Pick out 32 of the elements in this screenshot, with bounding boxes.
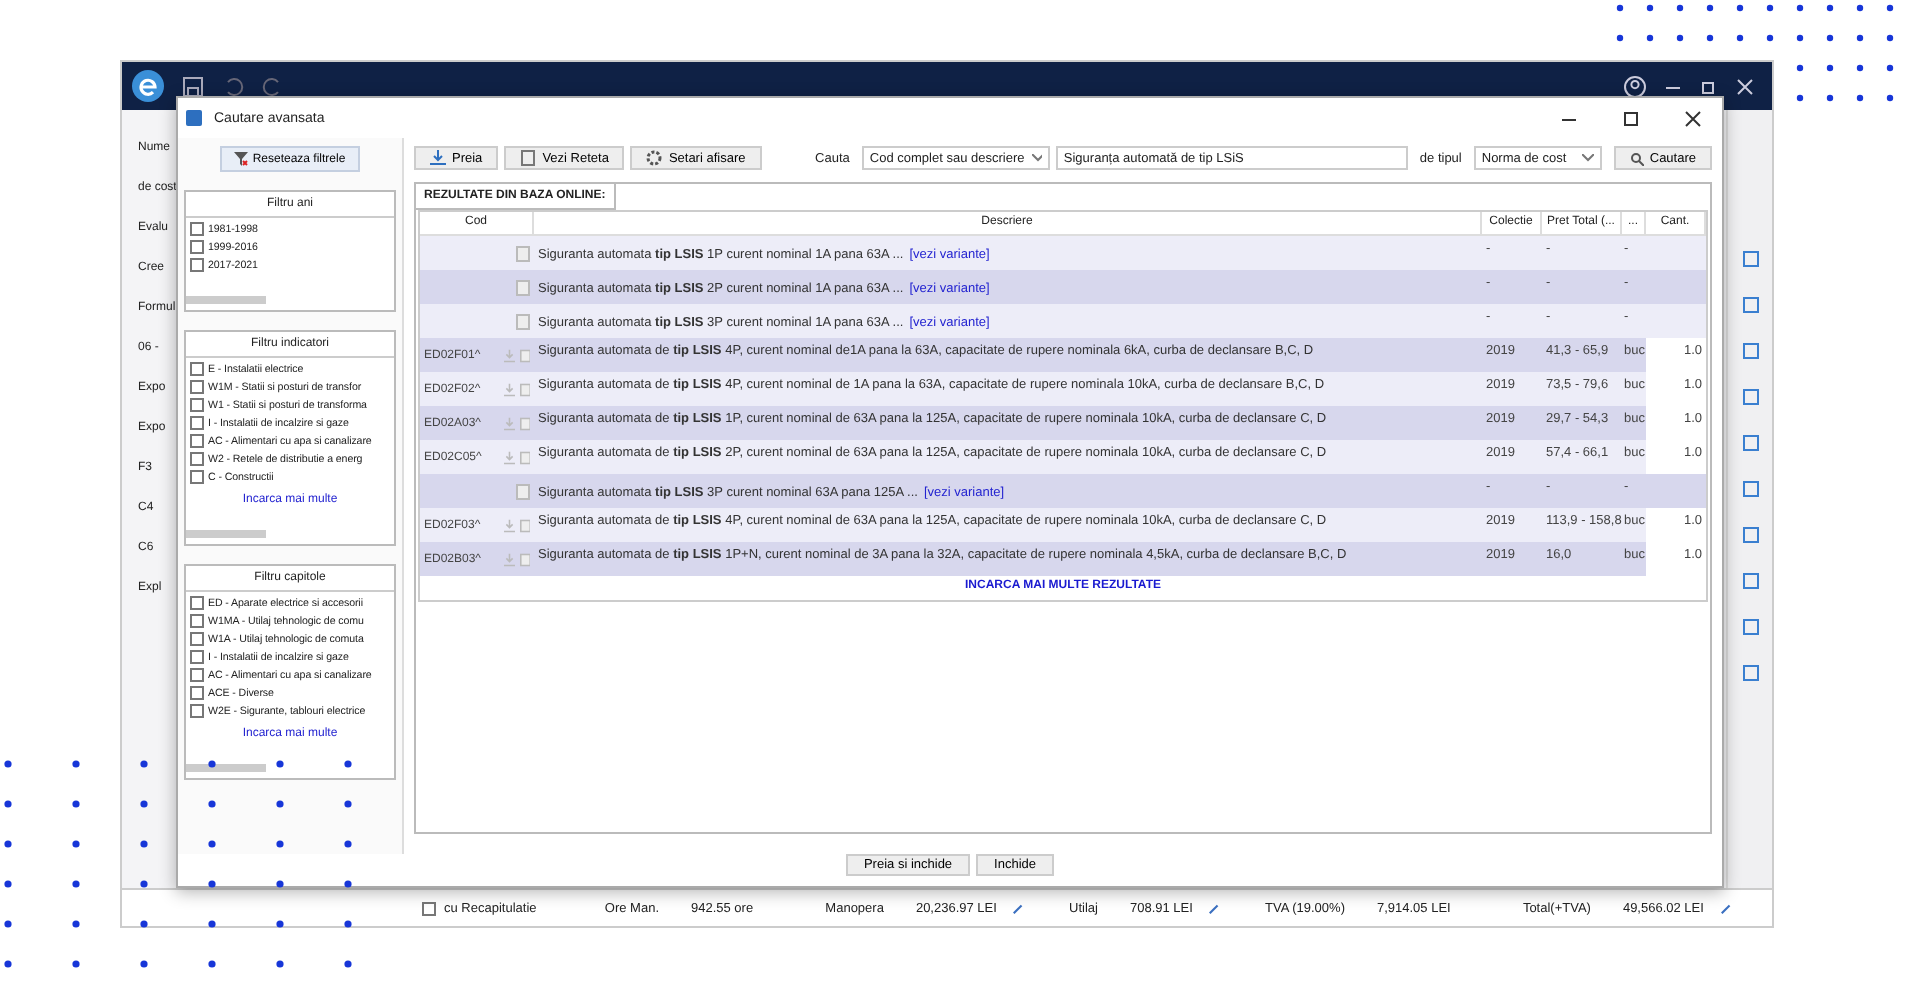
tool-icon[interactable]	[1741, 480, 1759, 498]
app-icon	[186, 110, 202, 126]
tool-icon[interactable]	[1741, 434, 1759, 452]
user-icon[interactable]	[1624, 75, 1646, 97]
tool-icon[interactable]	[1741, 526, 1759, 544]
pencil-icon[interactable]	[1208, 901, 1221, 915]
gear-icon	[646, 150, 663, 166]
document-icon	[520, 150, 537, 166]
logo-icon	[132, 70, 164, 102]
restore-icon[interactable]	[1700, 77, 1718, 95]
filter-clear-icon	[234, 152, 249, 166]
tool-icon[interactable]	[1741, 342, 1759, 360]
download-icon	[430, 150, 446, 166]
pencil-icon[interactable]	[1012, 901, 1026, 915]
tool-icon[interactable]	[1741, 572, 1759, 590]
scrollbar[interactable]	[186, 530, 266, 538]
caret-icon	[1032, 154, 1042, 162]
close-icon[interactable]	[1684, 109, 1702, 127]
undo-icon[interactable]	[222, 75, 244, 97]
scrollbar[interactable]	[186, 764, 266, 772]
tool-icon[interactable]	[1741, 388, 1759, 406]
redo-icon[interactable]	[262, 75, 284, 97]
scrollbar[interactable]	[186, 296, 266, 304]
save-icon[interactable]	[182, 75, 204, 97]
tool-icon[interactable]	[1741, 664, 1759, 682]
caret-icon	[1581, 154, 1594, 162]
tool-icon[interactable]	[1741, 296, 1759, 314]
tool-icon[interactable]	[1741, 618, 1759, 636]
search-icon	[1629, 151, 1644, 165]
tool-icon[interactable]	[1741, 250, 1759, 268]
maximize-icon[interactable]	[1622, 109, 1640, 127]
pencil-icon[interactable]	[1719, 901, 1733, 915]
